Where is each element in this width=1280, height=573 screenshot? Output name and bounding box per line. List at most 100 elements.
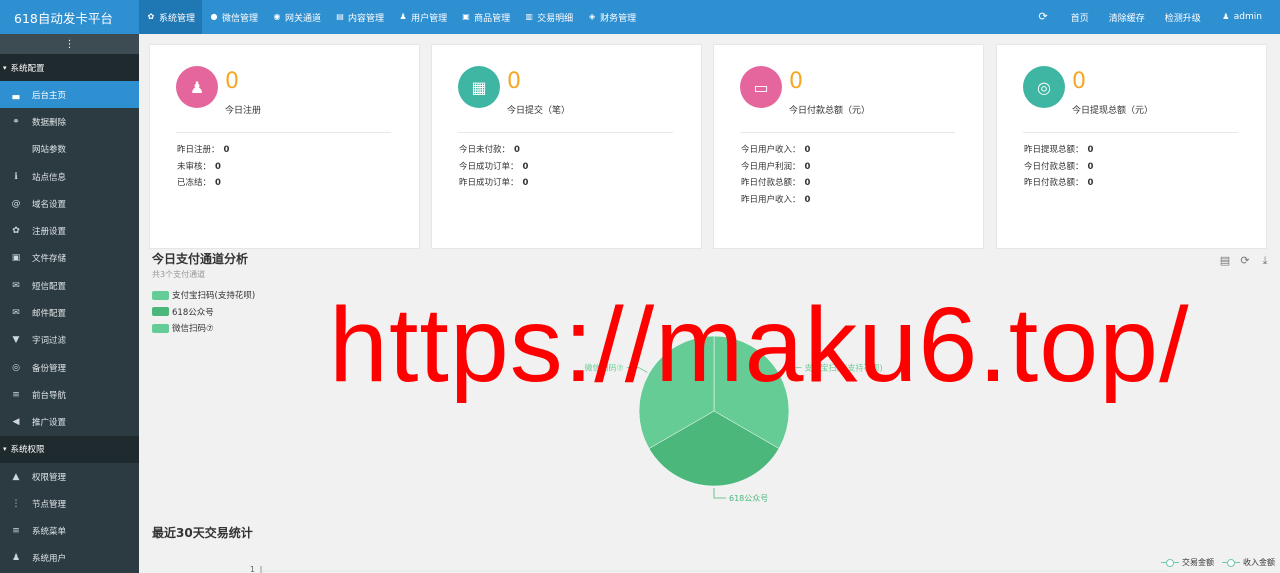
brand-title[interactable]: 618自动发卡平台 (0, 0, 139, 34)
stat-row-key: 昨日成功订单： (459, 178, 519, 188)
download-icon[interactable]: ⤓ (1255, 254, 1275, 268)
sidebar-item-1-0[interactable]: ▲ 权限管理 (0, 463, 139, 490)
gear-icon: ✿ (147, 12, 155, 21)
stat-row: 昨日提现总额： 0 (1024, 143, 1093, 160)
sidebar-item-0-9[interactable]: ▼ 字词过滤 (0, 327, 139, 354)
top-right-nav: ⟳ 首页 清除缓存 检测升级 ♟ admin (1029, 0, 1280, 34)
sidebar-section-1[interactable]: ▾ 系统权限 (0, 435, 139, 463)
document-icon: ▤ (336, 12, 344, 21)
stat-row: 昨日付款总额： 0 (741, 176, 810, 193)
users-icon: ♟ (11, 553, 21, 564)
stat-row: 昨日成功订单： 0 (459, 176, 528, 193)
caret-down-icon: ▾ (3, 445, 7, 454)
sidebar-item-0-11[interactable]: ≡ 前台导航 (0, 381, 139, 408)
area-chart-icon: ▃ (12, 89, 20, 100)
stat-row-key: 今日成功订单： (459, 161, 519, 172)
stat-label: 今日提交（笔） (507, 106, 571, 116)
credit-card-icon: ▭ (740, 66, 782, 108)
database-icon: ◎ (12, 362, 20, 373)
caret-down-icon: ▾ (3, 63, 7, 72)
stat-row-value: 0 (215, 178, 221, 188)
watermark-text: https://maku6.top/ (329, 286, 1190, 404)
line-title: 最近30天交易统计 (152, 526, 253, 540)
stat-row-value: 0 (215, 161, 221, 172)
main-content: ♟ 0 今日注册 昨日注册： 0 未审核： 0 已冻结： 0 ▦ 0 今日提交（笔） 今日未付款： 0 今日… (139, 34, 1280, 573)
data-view-icon[interactable]: ▤ (1215, 254, 1235, 268)
sidebar-section-0[interactable]: ▾ 系统配置 (0, 54, 139, 81)
sidebar-item-0-7[interactable]: ✉ 短信配置 (0, 272, 139, 299)
stat-value: 0 (225, 69, 239, 94)
sidebar-item-0-4[interactable]: @ 域名设置 (0, 190, 139, 217)
topnav-item-2[interactable]: ◉ 网关通道 (265, 0, 328, 34)
stat-label: 今日付款总额（元） (789, 106, 871, 116)
stat-value: 0 (789, 69, 803, 94)
top-bar: 618自动发卡平台 ✿ 系统管理 ● 微信管理 ◉ 网关通道 ▤ 内容管理 ♟ 用户管理 ▣ 商品管理… (0, 0, 1280, 34)
topnav-item-4[interactable]: ♟ 用户管理 (391, 0, 454, 34)
topnav-item-3[interactable]: ▤ 内容管理 (328, 0, 391, 34)
sidebar-item-0-3[interactable]: ℹ 站点信息 (0, 163, 139, 190)
sidebar-item-label: 推广设置 (32, 418, 67, 429)
sidebar-item-1-3[interactable]: ♟ 系统用户 (0, 545, 139, 572)
home-link[interactable]: 首页 (1061, 0, 1099, 34)
sidebar-item-label: 站点信息 (32, 172, 67, 183)
refresh-button[interactable]: ⟳ (1029, 0, 1061, 34)
clear-cache-link[interactable]: 清除缓存 (1099, 0, 1155, 34)
topnav-item-5[interactable]: ▣ 商品管理 (454, 0, 517, 34)
topnav-item-1[interactable]: ● 微信管理 (202, 0, 265, 34)
topnav-label: 交易明细 (537, 13, 574, 24)
topnav-label: 内容管理 (348, 13, 385, 24)
sidebar-item-0-5[interactable]: ✿ 注册设置 (0, 217, 139, 244)
stat-details: 今日用户收入： 0 今日用户利润： 0 昨日付款总额： 0 昨日用户收入： 0 (741, 143, 810, 209)
sidebar-item-0-1[interactable]: ⚭ 数据删除 (0, 108, 139, 135)
divider (176, 132, 391, 133)
sidebar-item-0-6[interactable]: ▣ 文件存储 (0, 245, 139, 272)
upgrade-link[interactable]: 检测升级 (1155, 0, 1211, 34)
stat-row-key: 昨日注册： (177, 145, 220, 155)
line-chart-area: 1 (250, 565, 1169, 573)
sidebar-item-label: 权限管理 (32, 472, 67, 483)
sidebar-item-label: 后台主页 (32, 90, 67, 101)
topnav-item-6[interactable]: ▥ 交易明细 (517, 0, 580, 34)
sidebar-item-label: 域名设置 (32, 199, 67, 210)
stat-row-value: 0 (804, 145, 811, 155)
stat-row: 今日用户利润： 0 (741, 160, 810, 177)
sidebar-item-0-0[interactable]: ▃ 后台主页 (0, 81, 139, 109)
sidebar-item-0-12[interactable]: ◀ 推广设置 (0, 409, 139, 436)
link-icon: ⚭ (12, 116, 20, 127)
sidebar-item-0-10[interactable]: ◎ 备份管理 (0, 354, 139, 381)
stat-row-value: 0 (1087, 145, 1094, 155)
bar-chart-icon: ▥ (525, 12, 533, 21)
shop-icon: ▣ (462, 12, 470, 21)
stat-card-0: ♟ 0 今日注册 昨日注册： 0 未审核： 0 已冻结： 0 (149, 44, 420, 249)
topnav-item-7[interactable]: ◈ 财务管理 (580, 0, 643, 34)
users-icon: ♟ (399, 12, 407, 21)
sidebar-item-0-8[interactable]: ✉ 邮件配置 (0, 299, 139, 326)
topnav-label: 系统管理 (159, 13, 196, 24)
divider (1023, 132, 1238, 133)
refresh-icon[interactable]: ⟳ (1235, 254, 1255, 268)
stat-row-key: 今日未付款： (459, 145, 511, 155)
stat-row-key: 今日付款总额： (1024, 161, 1084, 172)
topnav-label: 财务管理 (600, 13, 637, 24)
sidebar-item-label: 节点管理 (32, 499, 67, 510)
stat-row-value: 0 (1087, 178, 1094, 188)
sidebar-item-1-2[interactable]: ≡ 系统菜单 (0, 517, 139, 544)
stat-row-key: 昨日提现总额： (1024, 145, 1084, 155)
sidebar-item-0-2[interactable]: 网站参数 (0, 136, 139, 163)
line-chart-y-tick: 1 (250, 565, 255, 573)
sidebar-item-label: 注册设置 (32, 227, 67, 238)
stat-row-key: 已冻结： (177, 178, 212, 188)
stat-row: 昨日付款总额： 0 (1024, 176, 1093, 193)
sidebar-toggle[interactable]: ⋮ (0, 34, 139, 54)
finance-icon: ◈ (589, 12, 596, 21)
sidebar-item-1-1[interactable]: ⋮ 节点管理 (0, 490, 139, 517)
stat-row-value: 0 (1087, 161, 1094, 172)
stat-row-key: 今日用户收入： (741, 145, 801, 155)
topnav-item-0[interactable]: ✿ 系统管理 (139, 0, 203, 34)
stat-row-key: 今日用户利润： (741, 161, 801, 172)
stat-row-key: 昨日付款总额： (741, 178, 801, 188)
sidebar-section-title: 系统权限 (10, 445, 45, 456)
stat-row: 今日用户收入： 0 (741, 143, 810, 160)
stat-details: 昨日提现总额： 0 今日付款总额： 0 昨日付款总额： 0 (1024, 143, 1093, 193)
user-menu[interactable]: ♟ admin (1211, 0, 1272, 34)
